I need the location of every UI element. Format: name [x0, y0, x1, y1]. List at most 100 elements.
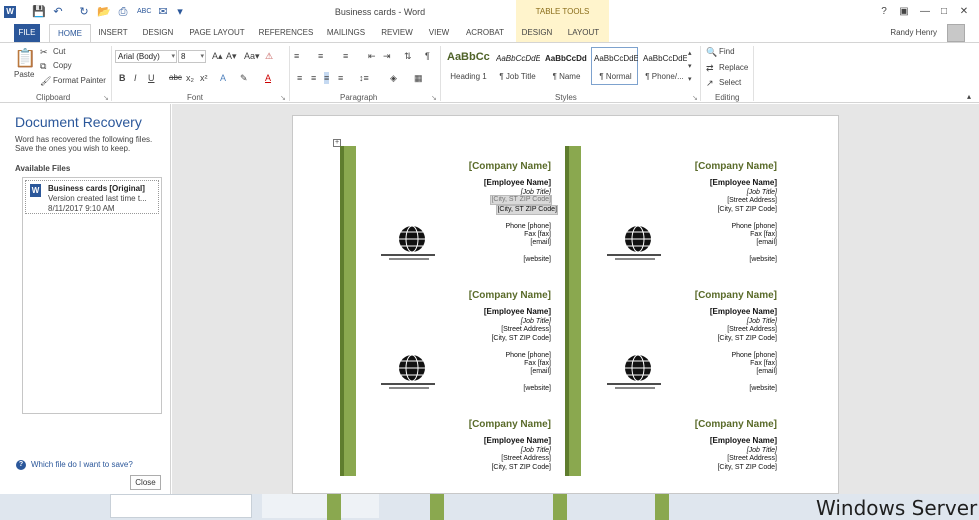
card-phone[interactable]: Phone [phone] — [731, 352, 777, 360]
card-job-title[interactable]: [Job Title] — [521, 447, 551, 455]
borders-icon[interactable]: ▦ — [414, 72, 423, 84]
card-email[interactable]: [email] — [756, 368, 777, 376]
card-website[interactable]: [website] — [523, 385, 551, 393]
maximize-icon[interactable]: □ — [937, 6, 951, 18]
tab-design[interactable]: DESIGN — [139, 24, 177, 42]
card-job-title[interactable]: [Job Title] — [747, 189, 777, 197]
replace-icon[interactable]: ⇄ — [706, 62, 714, 74]
print-icon[interactable]: ⎙ — [117, 6, 129, 18]
multilevel-list-icon[interactable]: ≡ — [343, 50, 348, 62]
tab-table-layout[interactable]: LAYOUT — [558, 24, 609, 42]
help-icon[interactable]: ? — [877, 6, 891, 18]
copy-button[interactable]: Copy — [53, 61, 72, 70]
numbering-icon[interactable]: ≡ — [318, 50, 323, 62]
card-email[interactable]: [email] — [530, 239, 551, 247]
card-fax[interactable]: Fax [fax] — [524, 360, 551, 368]
cut-icon[interactable]: ✂ — [40, 46, 48, 58]
style-heading-1[interactable]: AaBbCc Heading 1 — [444, 47, 491, 85]
card-street[interactable]: [Street Address] — [501, 455, 551, 463]
card-company-name[interactable]: [Company Name] — [469, 290, 551, 301]
undo-icon[interactable]: ↶ — [52, 6, 64, 18]
font-size-combo[interactable]: 8 ▾ — [178, 50, 206, 63]
format-painter-icon[interactable]: 🖌 — [40, 75, 51, 87]
card-street[interactable]: [Street Address] — [501, 326, 551, 334]
paragraph-launcher-icon[interactable]: ↘ — [431, 94, 437, 102]
find-icon[interactable]: 🔍 — [706, 46, 717, 58]
document-canvas[interactable]: + [Company Name] [Employee Name] [Job Ti… — [172, 104, 979, 494]
show-paragraph-marks-icon[interactable]: ¶ — [425, 50, 430, 62]
find-button[interactable]: Find — [719, 47, 735, 56]
superscript-icon[interactable]: x² — [200, 72, 208, 84]
card-phone[interactable]: Phone [phone] — [505, 352, 551, 360]
tab-review[interactable]: REVIEW — [378, 24, 416, 42]
bullets-icon[interactable]: ≡ — [294, 50, 299, 62]
collapse-ribbon-icon[interactable]: ▴ — [967, 91, 971, 103]
strikethrough-icon[interactable]: abc — [169, 72, 182, 84]
font-name-combo[interactable]: Arial (Body) ▾ — [115, 50, 177, 63]
card-company-name[interactable]: [Company Name] — [469, 161, 551, 172]
card-website[interactable]: [website] — [749, 385, 777, 393]
align-right-icon[interactable]: ≡ — [324, 72, 330, 84]
card-website[interactable]: [website] — [523, 256, 551, 264]
save-icon[interactable]: 💾 — [32, 6, 46, 18]
card-street[interactable]: [Street Address] — [727, 197, 777, 205]
card-employee-name[interactable]: [Employee Name] — [710, 437, 777, 445]
card-company-name[interactable]: [Company Name] — [695, 161, 777, 172]
card-employee-name[interactable]: [Employee Name] — [710, 179, 777, 187]
replace-button[interactable]: Replace — [719, 63, 748, 72]
card-job-title[interactable]: [Job Title] — [521, 318, 551, 326]
card-employee-name[interactable]: [Employee Name] — [710, 308, 777, 316]
user-name[interactable]: Randy Henry — [890, 28, 937, 37]
grow-font-icon[interactable]: A▴ — [212, 50, 223, 62]
style-phone[interactable]: AaBbCcDdE ¶ Phone/... — [640, 47, 687, 85]
align-left-icon[interactable]: ≡ — [297, 72, 302, 84]
styles-launcher-icon[interactable]: ↘ — [692, 94, 698, 102]
card-fax[interactable]: Fax [fax] — [524, 231, 551, 239]
card-job-title[interactable]: [Job Title] — [747, 447, 777, 455]
recovery-close-button[interactable]: Close — [130, 475, 161, 490]
cut-button[interactable]: Cut — [53, 47, 65, 56]
clipboard-launcher-icon[interactable]: ↘ — [103, 94, 109, 102]
tab-home[interactable]: HOME — [49, 24, 91, 43]
ribbon-display-options-icon[interactable]: ▣ — [897, 6, 911, 18]
email-icon[interactable]: ✉ — [157, 6, 169, 18]
shrink-font-icon[interactable]: A▾ — [226, 50, 237, 62]
align-center-icon[interactable]: ≡ — [311, 72, 316, 84]
card-street[interactable]: [Street Address] — [727, 455, 777, 463]
user-avatar[interactable] — [947, 24, 965, 42]
styles-scroll-down-icon[interactable]: ▾ — [688, 61, 692, 73]
card-fax[interactable]: Fax [fax] — [750, 231, 777, 239]
card-employee-name[interactable]: [Employee Name] — [484, 179, 551, 187]
card-city[interactable]: [City, ST ZIP Code] — [491, 464, 551, 472]
underline-icon[interactable]: U — [148, 72, 155, 84]
copy-icon[interactable]: ⧉ — [40, 60, 46, 72]
paste-icon[interactable]: 📋 — [14, 47, 36, 69]
card-city[interactable]: [City, ST ZIP Code] — [491, 335, 551, 343]
tab-file[interactable]: FILE — [14, 24, 40, 42]
card-website[interactable]: [website] — [749, 256, 777, 264]
highlight-icon[interactable]: ✎ — [240, 72, 248, 84]
italic-icon[interactable]: I — [134, 72, 137, 84]
card-phone[interactable]: Phone [phone] — [731, 223, 777, 231]
card-employee-name[interactable]: [Employee Name] — [484, 437, 551, 445]
card-company-name[interactable]: [Company Name] — [469, 419, 551, 430]
tab-insert[interactable]: INSERT — [95, 24, 131, 42]
minimize-icon[interactable]: — — [918, 6, 932, 18]
change-case-icon[interactable]: Aa▾ — [244, 50, 260, 62]
card-street[interactable]: [Street Address] — [727, 326, 777, 334]
redo-icon[interactable]: ↻ — [78, 6, 90, 18]
paste-button[interactable]: Paste — [14, 70, 34, 79]
select-button[interactable]: Select — [719, 78, 741, 87]
card-company-name[interactable]: [Company Name] — [695, 419, 777, 430]
which-file-help-link[interactable]: Which file do I want to save? — [31, 460, 133, 469]
tab-table-design[interactable]: DESIGN — [516, 24, 558, 42]
format-painter-button[interactable]: Format Painter — [53, 76, 106, 85]
card-fax[interactable]: Fax [fax] — [750, 360, 777, 368]
recovered-file-item[interactable]: W Business cards [Original] Version crea… — [25, 180, 159, 214]
sort-icon[interactable]: ⇅ — [404, 50, 412, 62]
card-city[interactable]: [City, ST ZIP Code] — [496, 205, 558, 215]
close-icon[interactable]: ✕ — [957, 6, 971, 18]
clear-formatting-icon[interactable]: ⚠ — [265, 50, 273, 62]
justify-icon[interactable]: ≡ — [338, 72, 343, 84]
bold-icon[interactable]: B — [119, 72, 126, 84]
